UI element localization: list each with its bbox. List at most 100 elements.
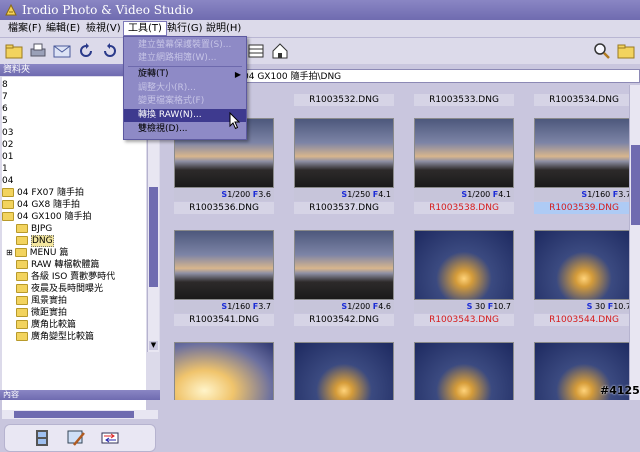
convert-icon[interactable] xyxy=(99,428,121,448)
tree-item[interactable]: 夜晨及長時間曝光 xyxy=(16,283,103,295)
thumbnail-filename: R1003544.DNG xyxy=(534,314,634,326)
tree-item[interactable]: 1 xyxy=(2,163,8,175)
thumbnail-scrollbar[interactable] xyxy=(629,85,640,400)
tree-item[interactable]: 04 FX07 隨手拍 xyxy=(2,187,84,199)
menu-item-change-format[interactable]: 變更檔案格式(F) xyxy=(124,95,246,108)
exposure-info: S1/200 F4.6 xyxy=(294,301,394,313)
menu-item-screensaver[interactable]: 建立螢幕保護裝置(S)... xyxy=(124,39,246,52)
menu-item-convert-raw[interactable]: 轉換 RAW(N)... xyxy=(124,109,246,122)
thumbnail-filename: R1003543.DNG xyxy=(414,314,514,326)
thumbnail[interactable]: R1003533.DNG xyxy=(414,84,514,106)
tree-item[interactable]: 02 xyxy=(2,139,13,151)
thumbnail-image[interactable] xyxy=(174,342,274,400)
expand-icon[interactable]: ⊞ xyxy=(6,248,13,257)
exposure-info: S1/250 F4.1 xyxy=(294,189,394,201)
thumbnail-filename: R1003541.DNG xyxy=(174,314,274,326)
thumbnail-image[interactable] xyxy=(294,342,394,400)
menu-item-rotate[interactable]: 旋轉(T) ▶ xyxy=(124,68,246,81)
thumbnail-image[interactable] xyxy=(414,118,514,188)
zoom-icon[interactable] xyxy=(592,41,612,61)
thumbnail-image[interactable] xyxy=(294,230,394,300)
tree-item[interactable]: 01 xyxy=(2,151,13,163)
path-bar[interactable]: 04 GX100 隨手拍\DNG xyxy=(238,69,640,83)
thumbnail-image[interactable] xyxy=(534,118,634,188)
scroll-thumb[interactable] xyxy=(149,187,158,287)
scroll-thumb[interactable] xyxy=(14,411,134,418)
folder-icon xyxy=(16,332,28,341)
watermark: #4125 xyxy=(600,384,640,397)
thumbnail-image[interactable] xyxy=(174,230,274,300)
thumbnail[interactable]: R1003534.DNG xyxy=(534,84,634,106)
tree-item-selected[interactable]: DNG xyxy=(16,235,54,247)
menu-bar: 檔案(F) 編輯(E) 檢視(V) 工具(T) 執行(G) 說明(H) xyxy=(0,20,640,38)
properties-header: 內容 xyxy=(0,390,160,400)
sidebar-tool-panel xyxy=(4,424,156,452)
open-folder-right-icon[interactable] xyxy=(616,41,636,61)
thumbnail-image[interactable] xyxy=(294,118,394,188)
tree-item[interactable]: 04 GX8 隨手拍 xyxy=(2,199,80,211)
menu-item-dual-view[interactable]: 雙檢視(D)... xyxy=(124,123,246,136)
rotate-left-icon[interactable] xyxy=(76,41,96,61)
folder-icon xyxy=(16,236,28,245)
tree-item[interactable]: 各級 ISO 賣歡夢時代 xyxy=(16,271,115,283)
exposure-info: S1/160 F3.7 xyxy=(534,189,634,201)
open-folder-icon[interactable] xyxy=(4,41,24,61)
tree-item[interactable]: BJPG xyxy=(16,223,52,235)
rotate-right-icon[interactable] xyxy=(100,41,120,61)
print-icon[interactable] xyxy=(28,41,48,61)
tree-item[interactable]: 5 xyxy=(2,115,8,127)
menu-item-resize[interactable]: 調整大小(R)... xyxy=(124,82,246,95)
toolbar xyxy=(0,38,640,64)
tree-item[interactable]: 風景實拍 xyxy=(16,295,67,307)
menu-help[interactable]: 說明(H) xyxy=(202,22,245,35)
home-icon[interactable] xyxy=(270,41,290,61)
folder-icon xyxy=(14,248,27,257)
folder-icon xyxy=(16,272,28,281)
thumbnail[interactable]: R1003532.DNG xyxy=(294,84,394,106)
tree-item[interactable]: 04 GX100 隨手拍 xyxy=(2,211,92,223)
mouse-cursor-icon xyxy=(229,112,241,130)
thumbnail-image[interactable] xyxy=(414,342,514,400)
thumbnail[interactable] xyxy=(174,342,274,400)
thumbnail-image[interactable] xyxy=(534,230,634,300)
tree-item[interactable]: 廣角比較篇 xyxy=(16,319,76,331)
thumbnail-filename: R1003537.DNG xyxy=(294,202,394,214)
tree-item[interactable]: 8 xyxy=(2,79,8,91)
tree-item[interactable]: 03 xyxy=(2,127,13,139)
thumbnail[interactable] xyxy=(294,342,394,400)
grid-view-icon[interactable] xyxy=(246,41,266,61)
window-title: Irodio Photo & Video Studio xyxy=(22,3,194,17)
folder-icon xyxy=(16,320,28,329)
tree-item[interactable]: 微距實拍 xyxy=(16,307,67,319)
folder-icon xyxy=(16,308,28,317)
menu-edit[interactable]: 編輯(E) xyxy=(42,22,84,35)
exposure-info: S1/200 F3.6 xyxy=(174,189,274,201)
tree-item[interactable]: 6 xyxy=(2,103,8,115)
tree-item[interactable]: 7 xyxy=(2,91,8,103)
sidebar-horizontal-scrollbar[interactable] xyxy=(2,410,158,419)
tree-item[interactable]: 廣角變型比較篇 xyxy=(16,331,94,343)
film-strip-icon[interactable] xyxy=(31,428,53,448)
thumbnail-filename: R1003534.DNG xyxy=(534,94,634,106)
scroll-down-icon[interactable]: ▼ xyxy=(149,341,158,350)
tree-item[interactable]: RAW 轉檔軟體篇 xyxy=(16,259,99,271)
thumbnail-filename: R1003542.DNG xyxy=(294,314,394,326)
submenu-arrow-icon: ▶ xyxy=(234,70,241,79)
tree-item[interactable]: ⊞ MENU 篇 xyxy=(6,247,68,259)
folder-icon xyxy=(16,224,28,233)
email-icon[interactable] xyxy=(52,41,72,61)
scroll-thumb[interactable] xyxy=(631,145,640,225)
menu-view[interactable]: 檢視(V) xyxy=(82,22,125,35)
menu-file[interactable]: 檔案(F) xyxy=(4,22,46,35)
menu-item-web-album[interactable]: 建立網路相簿(W)... xyxy=(124,52,246,65)
menu-run[interactable]: 執行(G) xyxy=(163,22,207,35)
title-bar: Irodio Photo & Video Studio xyxy=(0,0,640,20)
edit-image-icon[interactable] xyxy=(65,428,87,448)
folder-icon xyxy=(2,200,14,209)
thumbnail[interactable] xyxy=(414,342,514,400)
exposure-info: S 30 F10.7 xyxy=(414,301,514,313)
folder-icon xyxy=(2,188,14,197)
thumbnail-image[interactable] xyxy=(414,230,514,300)
menu-tools[interactable]: 工具(T) xyxy=(123,21,167,36)
tree-item[interactable]: 04 xyxy=(2,175,13,187)
